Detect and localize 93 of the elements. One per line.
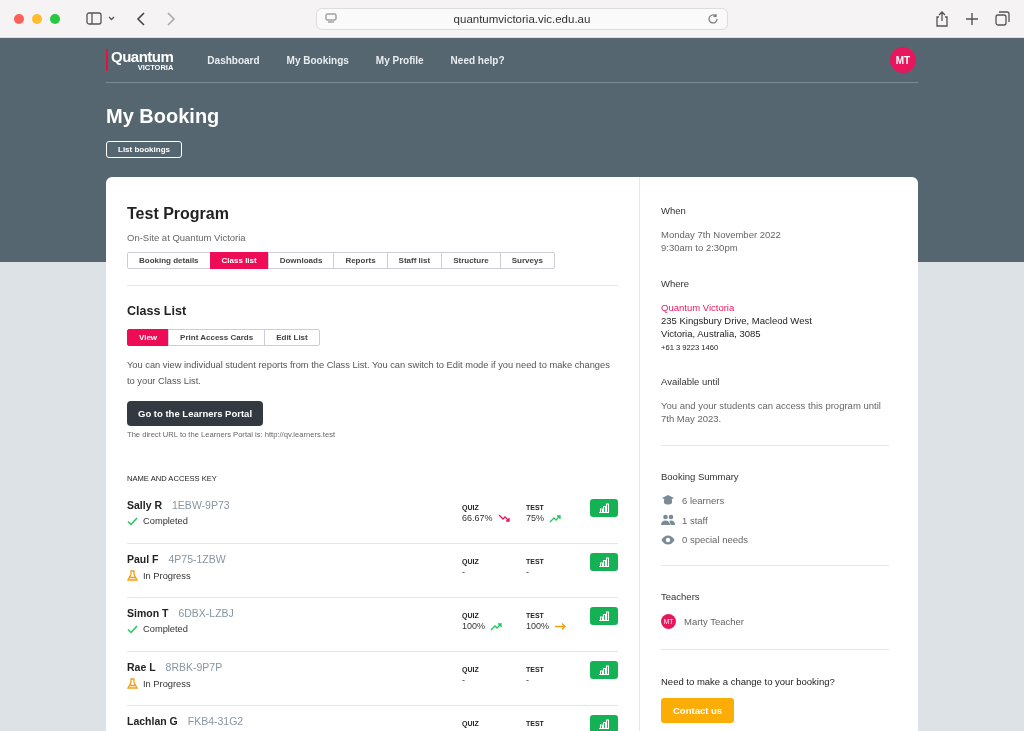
trend-up-icon bbox=[490, 621, 503, 631]
tab[interactable]: Booking details bbox=[127, 252, 211, 269]
summary-text: 6 learners bbox=[682, 494, 725, 506]
score-value: 75% bbox=[526, 513, 544, 523]
status-text: In Progress bbox=[143, 678, 191, 689]
learners-portal-button[interactable]: Go to the Learners Portal bbox=[127, 401, 264, 426]
status-text: Completed bbox=[143, 624, 188, 634]
forward-icon[interactable] bbox=[166, 11, 176, 26]
tab[interactable]: Surveys bbox=[499, 252, 555, 269]
people-icon bbox=[661, 514, 675, 526]
access-key: FKB4-31G2 bbox=[187, 715, 244, 727]
tabs-overview-icon[interactable] bbox=[995, 11, 1010, 26]
description-text: You can view individual student reports from the Class List. You can switch to Edit mode if you need to make changes to your Class List. bbox=[127, 359, 611, 388]
close-window-icon[interactable] bbox=[14, 13, 24, 24]
booking-time: 9:30am to 2:30pm bbox=[661, 241, 739, 254]
bar-chart-icon bbox=[598, 557, 610, 567]
nav-link[interactable]: Dashboard bbox=[207, 54, 260, 66]
student-name: Rae L bbox=[127, 661, 156, 673]
graduation-cap-icon bbox=[661, 494, 675, 506]
bar-chart-icon bbox=[598, 719, 610, 729]
nav-link[interactable]: My Profile bbox=[375, 54, 424, 66]
bar-chart-icon bbox=[598, 611, 610, 621]
address-line: 235 Kingsbury Drive, Macleod West bbox=[661, 314, 813, 327]
report-button[interactable] bbox=[590, 499, 618, 517]
nav-link[interactable]: My Bookings bbox=[286, 54, 349, 66]
booking-date: Monday 7th November 2022 bbox=[661, 228, 782, 241]
report-button[interactable] bbox=[590, 661, 618, 679]
score-value: - bbox=[462, 567, 465, 577]
minimize-window-icon[interactable] bbox=[32, 13, 42, 24]
status-text: In Progress bbox=[143, 570, 191, 581]
check-icon bbox=[127, 624, 138, 634]
change-prompt: Need to make a change to your booking? bbox=[661, 675, 836, 688]
student-name: Paul F bbox=[127, 553, 159, 565]
report-button[interactable] bbox=[590, 607, 618, 625]
tab[interactable]: Downloads bbox=[267, 252, 335, 269]
score-value: 100% bbox=[462, 621, 486, 631]
score-value: - bbox=[526, 675, 529, 685]
section-title: Class List bbox=[127, 304, 188, 318]
availability-text: You and your students can access this program until 7th May 2023. bbox=[661, 399, 882, 425]
back-icon[interactable] bbox=[136, 11, 146, 26]
check-icon bbox=[127, 516, 138, 526]
section-label: Teachers bbox=[661, 591, 701, 602]
summary-text: 1 staff bbox=[682, 514, 708, 526]
score-value: 66.67% bbox=[462, 513, 493, 523]
tab[interactable]: Class list bbox=[209, 252, 269, 269]
mode-tab[interactable]: Print Access Cards bbox=[168, 329, 266, 346]
arrow-right-icon bbox=[554, 621, 567, 631]
eye-icon bbox=[661, 534, 675, 545]
access-key: 4P75-1ZBW bbox=[168, 553, 226, 565]
student-name: Lachlan G bbox=[127, 715, 178, 727]
section-label: When bbox=[661, 205, 687, 216]
bar-chart-icon bbox=[598, 503, 610, 513]
reload-icon[interactable] bbox=[707, 12, 719, 25]
program-location: On-Site at Quantum Victoria bbox=[127, 232, 247, 243]
section-label: Where bbox=[661, 278, 690, 289]
trend-down-icon bbox=[497, 513, 510, 523]
status-text: Completed bbox=[143, 516, 188, 526]
report-button[interactable] bbox=[590, 553, 618, 571]
address-line: Victoria, Australia, 3085 bbox=[661, 327, 762, 340]
page-title: My Booking bbox=[106, 105, 221, 128]
bar-chart-icon bbox=[598, 665, 610, 675]
flask-icon bbox=[127, 570, 138, 581]
student-name: Sally R bbox=[127, 499, 163, 511]
access-key: 8RBK-9P7P bbox=[165, 661, 223, 673]
user-avatar[interactable]: MT bbox=[890, 47, 916, 73]
tab[interactable]: Structure bbox=[441, 252, 501, 269]
section-label: Booking Summary bbox=[661, 471, 740, 482]
sidebar-icon[interactable] bbox=[86, 11, 116, 26]
venue-link[interactable]: Quantum Victoria bbox=[661, 301, 889, 314]
page-icon bbox=[325, 13, 337, 24]
flask-icon bbox=[127, 678, 138, 689]
list-bookings-button[interactable]: List bookings bbox=[106, 141, 182, 158]
tab[interactable]: Reports bbox=[333, 252, 388, 269]
nav-link[interactable]: Need help? bbox=[450, 54, 505, 66]
student-name: Simon T bbox=[127, 607, 169, 619]
mode-tab[interactable]: Edit List bbox=[264, 329, 320, 346]
score-value: - bbox=[526, 567, 529, 577]
share-icon[interactable] bbox=[935, 10, 949, 27]
summary-text: 0 special needs bbox=[682, 534, 749, 545]
section-label: Available until bbox=[661, 376, 721, 387]
address-bar[interactable]: quantumvictoria.vic.edu.au bbox=[316, 7, 728, 30]
access-key: 6DBX-LZBJ bbox=[178, 607, 234, 619]
trend-up-icon bbox=[549, 513, 561, 523]
program-title: Test Program bbox=[127, 205, 230, 223]
teacher-name: Marty Teacher bbox=[684, 615, 744, 628]
mode-tab[interactable]: View bbox=[127, 329, 170, 346]
plus-icon[interactable] bbox=[965, 11, 979, 26]
report-button[interactable] bbox=[590, 715, 618, 731]
score-value: 100% bbox=[526, 621, 550, 631]
tab[interactable]: Staff list bbox=[386, 252, 443, 269]
access-key: 1EBW-9P73 bbox=[172, 499, 230, 511]
score-value: - bbox=[462, 675, 465, 685]
zoom-window-icon[interactable] bbox=[50, 13, 60, 24]
